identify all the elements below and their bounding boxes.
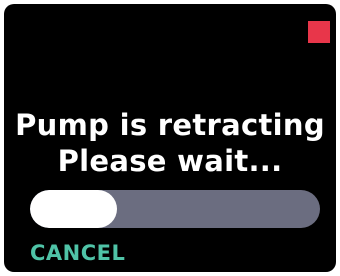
progress-bar-fill bbox=[30, 190, 117, 228]
status-indicator-square bbox=[308, 21, 330, 43]
status-message-line-2: Please wait... bbox=[57, 144, 283, 178]
status-message-line-1: Pump is retracting bbox=[15, 108, 325, 142]
progress-bar bbox=[30, 190, 320, 228]
device-screen: Pump is retracting Please wait... CANCEL bbox=[4, 4, 336, 272]
status-message: Pump is retracting Please wait... bbox=[4, 107, 336, 179]
cancel-button[interactable]: CANCEL bbox=[26, 239, 129, 267]
